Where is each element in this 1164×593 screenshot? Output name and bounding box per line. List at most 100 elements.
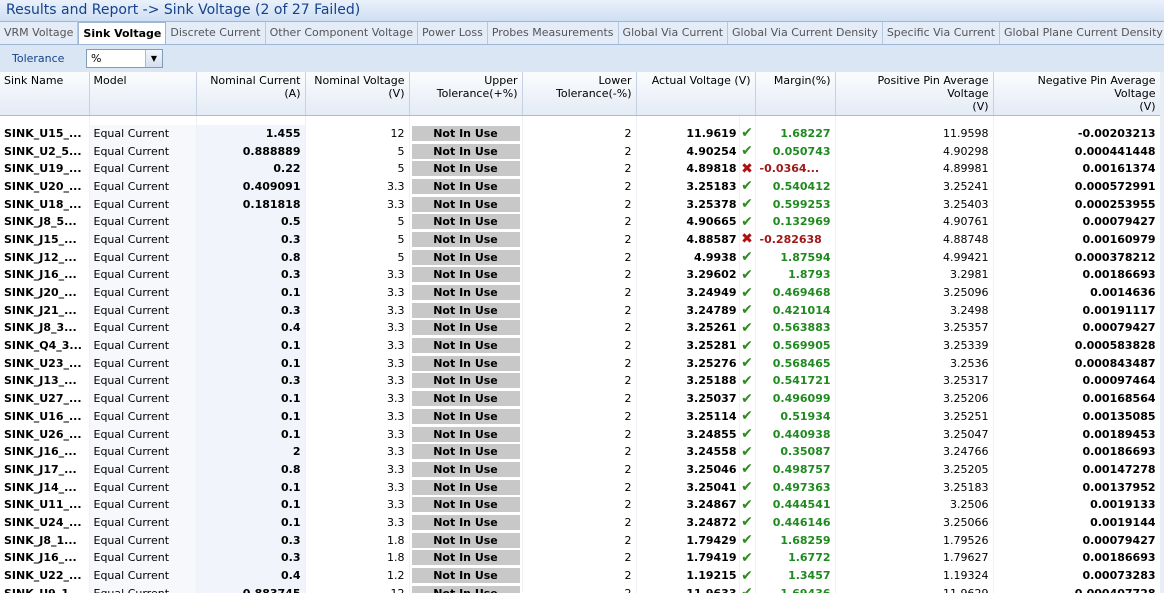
upper-tolerance-cell[interactable]: Not In Use — [409, 283, 523, 302]
upper-tolerance-cell[interactable]: Not In Use — [409, 531, 523, 549]
nominal-voltage-cell[interactable]: 3.3 — [305, 425, 410, 443]
upper-tolerance-cell[interactable]: Not In Use — [409, 584, 523, 593]
sink-name-cell[interactable]: SINK_J17_... — [0, 460, 90, 479]
nominal-current-cell[interactable]: 0.8 — [196, 460, 306, 479]
lower-tolerance-cell[interactable]: 2 — [522, 142, 637, 160]
sink-name-cell[interactable]: SINK_J14_... — [0, 478, 90, 496]
sink-name-cell[interactable]: SINK_J16_... — [0, 549, 90, 567]
nominal-current-cell[interactable]: 0.3 — [196, 301, 306, 320]
col-nominal-voltage[interactable]: Nominal Voltage (V) — [305, 72, 410, 116]
lower-tolerance-cell[interactable]: 2 — [522, 372, 637, 390]
model-cell[interactable]: Equal Current — [89, 248, 197, 266]
nominal-current-cell[interactable]: 0.3 — [196, 531, 306, 549]
sink-name-cell[interactable]: SINK_J8_5... — [0, 212, 90, 231]
tab-other-component-voltage[interactable]: Other Component Voltage — [266, 22, 418, 44]
nominal-voltage-cell[interactable]: 5 — [305, 212, 410, 231]
lower-tolerance-cell[interactable]: 2 — [522, 478, 637, 496]
sink-name-cell[interactable]: SINK_U26_... — [0, 425, 90, 443]
sink-name-cell[interactable]: SINK_J16_... — [0, 266, 90, 284]
nominal-voltage-cell[interactable]: 1.2 — [305, 566, 410, 585]
nominal-voltage-cell[interactable]: 3.3 — [305, 354, 410, 373]
model-cell[interactable]: Equal Current — [89, 266, 197, 284]
upper-tolerance-cell[interactable]: Not In Use — [409, 124, 523, 143]
upper-tolerance-cell[interactable]: Not In Use — [409, 425, 523, 443]
nominal-current-cell[interactable]: 0.4 — [196, 566, 306, 585]
sink-name-cell[interactable]: SINK_J8_1... — [0, 531, 90, 549]
model-cell[interactable]: Equal Current — [89, 283, 197, 302]
model-cell[interactable]: Equal Current — [89, 124, 197, 143]
lower-tolerance-cell[interactable]: 2 — [522, 301, 637, 320]
col-sink-name[interactable]: Sink Name — [0, 72, 90, 116]
lower-tolerance-cell[interactable]: 2 — [522, 248, 637, 266]
nominal-voltage-cell[interactable]: 5 — [305, 230, 410, 249]
nominal-current-cell[interactable]: 0.8 — [196, 248, 306, 266]
nominal-current-cell[interactable]: 0.1 — [196, 478, 306, 496]
upper-tolerance-cell[interactable]: Not In Use — [409, 549, 523, 567]
upper-tolerance-cell[interactable]: Not In Use — [409, 513, 523, 532]
upper-tolerance-cell[interactable]: Not In Use — [409, 159, 523, 178]
lower-tolerance-cell[interactable]: 2 — [522, 531, 637, 549]
nominal-current-cell[interactable]: 0.1 — [196, 425, 306, 443]
upper-tolerance-cell[interactable]: Not In Use — [409, 301, 523, 320]
nominal-voltage-cell[interactable]: 3.3 — [305, 372, 410, 390]
sink-name-cell[interactable]: SINK_U27_... — [0, 389, 90, 408]
lower-tolerance-cell[interactable]: 2 — [522, 283, 637, 302]
nominal-current-cell[interactable]: 0.1 — [196, 495, 306, 514]
sink-name-cell[interactable]: SINK_J15_... — [0, 230, 90, 249]
lower-tolerance-cell[interactable]: 2 — [522, 513, 637, 532]
nominal-voltage-cell[interactable]: 3.3 — [305, 266, 410, 284]
upper-tolerance-cell[interactable]: Not In Use — [409, 336, 523, 355]
model-cell[interactable]: Equal Current — [89, 566, 197, 585]
lower-tolerance-cell[interactable]: 2 — [522, 460, 637, 479]
vertical-scrollbar[interactable] — [1160, 72, 1164, 593]
table-row[interactable]: SINK_J16_... Equal Current 0.3 1.8 Not In Us… — [0, 549, 1161, 567]
lower-tolerance-cell[interactable]: 2 — [522, 159, 637, 178]
nominal-current-cell[interactable]: 0.1 — [196, 513, 306, 532]
tab-discrete-current[interactable]: Discrete Current — [166, 22, 266, 44]
lower-tolerance-cell[interactable]: 2 — [522, 389, 637, 408]
upper-tolerance-cell[interactable]: Not In Use — [409, 460, 523, 479]
model-cell[interactable]: Equal Current — [89, 389, 197, 408]
nominal-current-cell[interactable]: 0.3 — [196, 549, 306, 567]
model-cell[interactable]: Equal Current — [89, 549, 197, 567]
nominal-voltage-cell[interactable]: 3.3 — [305, 301, 410, 320]
table-row[interactable]: SINK_J8_1... Equal Current 0.3 1.8 Not In Us… — [0, 531, 1161, 549]
upper-tolerance-cell[interactable]: Not In Use — [409, 248, 523, 266]
table-row[interactable]: SINK_U26_... Equal Current 0.1 3.3 Not In Us… — [0, 425, 1161, 443]
lower-tolerance-cell[interactable]: 2 — [522, 124, 637, 143]
nominal-current-cell[interactable]: 0.1 — [196, 407, 306, 426]
table-row[interactable]: SINK_U27_... Equal Current 0.1 3.3 Not In Us… — [0, 389, 1161, 408]
sink-name-cell[interactable]: SINK_J20_... — [0, 283, 90, 302]
nominal-voltage-cell[interactable]: 3.3 — [305, 177, 410, 196]
nominal-current-cell[interactable]: 0.1 — [196, 389, 306, 408]
table-row[interactable]: SINK_J20_... Equal Current 0.1 3.3 Not In Us… — [0, 283, 1161, 302]
lower-tolerance-cell[interactable]: 2 — [522, 354, 637, 373]
upper-tolerance-cell[interactable]: Not In Use — [409, 212, 523, 231]
table-row[interactable]: SINK_U23_... Equal Current 0.1 3.3 Not In Us… — [0, 354, 1161, 373]
sink-name-cell[interactable]: SINK_U23_... — [0, 354, 90, 373]
nominal-current-cell[interactable]: 0.3 — [196, 372, 306, 390]
sink-name-cell[interactable]: SINK_U24_... — [0, 513, 90, 532]
model-cell[interactable]: Equal Current — [89, 142, 197, 160]
table-row[interactable]: SINK_J16_... Equal Current 2 3.3 Not In Use 2… — [0, 442, 1161, 461]
nominal-current-cell[interactable]: 0.22 — [196, 159, 306, 178]
upper-tolerance-cell[interactable]: Not In Use — [409, 142, 523, 160]
sink-name-cell[interactable]: SINK_J16_... — [0, 442, 90, 461]
lower-tolerance-cell[interactable]: 2 — [522, 336, 637, 355]
upper-tolerance-cell[interactable]: Not In Use — [409, 319, 523, 337]
upper-tolerance-cell[interactable]: Not In Use — [409, 266, 523, 284]
nominal-current-cell[interactable]: 0.3 — [196, 230, 306, 249]
lower-tolerance-cell[interactable]: 2 — [522, 230, 637, 249]
table-row[interactable]: SINK_U20_... Equal Current 0.409091 3.3 Not … — [0, 177, 1161, 196]
lower-tolerance-cell[interactable]: 2 — [522, 177, 637, 196]
model-cell[interactable]: Equal Current — [89, 495, 197, 514]
tab-global-plane-current-density[interactable]: Global Plane Current Density — [1000, 22, 1164, 44]
nominal-voltage-cell[interactable]: 3.3 — [305, 195, 410, 213]
nominal-voltage-cell[interactable]: 3.3 — [305, 442, 410, 461]
table-row[interactable]: SINK_J12_... Equal Current 0.8 5 Not In Use 2… — [0, 248, 1161, 266]
upper-tolerance-cell[interactable]: Not In Use — [409, 354, 523, 373]
tab-global-via-current-density[interactable]: Global Via Current Density — [728, 22, 883, 44]
nominal-voltage-cell[interactable]: 1.8 — [305, 531, 410, 549]
upper-tolerance-cell[interactable]: Not In Use — [409, 372, 523, 390]
tab-sink-voltage[interactable]: Sink Voltage — [78, 22, 167, 44]
